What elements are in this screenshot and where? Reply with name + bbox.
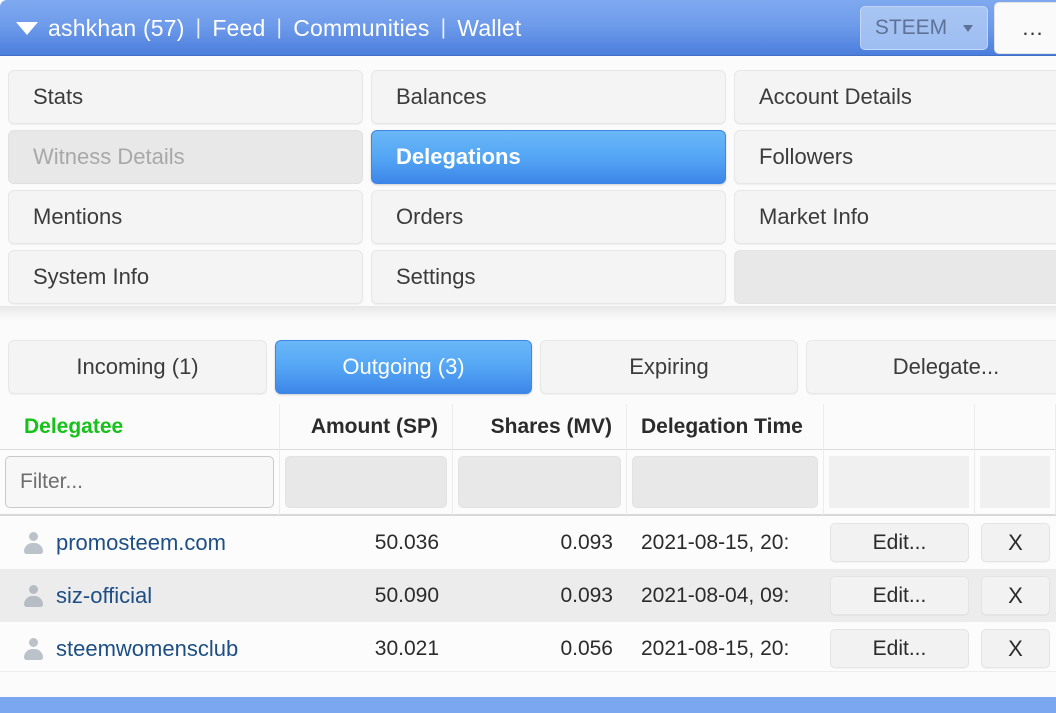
cell-amount: 50.090	[374, 583, 439, 607]
currency-select[interactable]: STEEM	[860, 6, 988, 50]
cell-shares: 0.056	[560, 636, 613, 660]
delegations-table: Delegatee Amount (SP) Shares (MV) Delega…	[0, 404, 1056, 675]
cell-edit: Edit...	[824, 622, 975, 675]
column-header-remove	[975, 404, 1056, 449]
section-divider	[0, 306, 1056, 322]
edit-button[interactable]: Edit...	[830, 629, 969, 668]
tab-orders[interactable]: Orders	[371, 190, 726, 244]
filter-blank-remove	[980, 456, 1050, 508]
delegation-subtabs: Incoming (1) Outgoing (3) Expiring Deleg…	[8, 340, 1056, 394]
cell-shares: 0.093	[560, 530, 613, 554]
nav-link-wallet[interactable]: Wallet	[457, 15, 521, 42]
nav-link-feed[interactable]: Feed	[212, 15, 265, 42]
tab-delegations[interactable]: Delegations	[371, 130, 726, 184]
filter-input-delegatee[interactable]	[5, 456, 274, 508]
nav-separator-2: |	[276, 16, 283, 39]
top-navigation-bar: ashkhan (57) | Feed | Communities | Wall…	[0, 0, 1056, 56]
filter-cell-shares	[453, 449, 627, 515]
filter-cell-delegatee	[0, 449, 280, 515]
more-options-button[interactable]: ...	[994, 2, 1056, 54]
filter-cell-remove	[975, 449, 1056, 515]
cell-delegation-time: 2021-08-04, 09:	[641, 583, 790, 607]
table-filter-row	[0, 449, 1056, 516]
subtab-delegate[interactable]: Delegate...	[806, 340, 1056, 394]
chevron-down-icon	[963, 24, 974, 32]
tab-stats[interactable]: Stats	[8, 70, 363, 124]
edit-button[interactable]: Edit...	[830, 576, 969, 615]
person-icon	[22, 531, 45, 554]
person-icon	[22, 584, 45, 607]
cell-delegatee: siz-official	[0, 569, 280, 622]
account-menu-toggle[interactable]	[14, 15, 40, 41]
filter-disabled-delegation-time	[632, 456, 818, 508]
column-header-edit	[824, 404, 975, 449]
cell-remove: X	[975, 622, 1056, 675]
cell-amount: 50.036	[374, 530, 439, 554]
tab-balances[interactable]: Balances	[371, 70, 726, 124]
column-header-delegation-time[interactable]: Delegation Time	[627, 404, 824, 449]
remove-button[interactable]: X	[981, 576, 1050, 615]
table-row[interactable]: siz-official 50.090 0.093 2021-08-04, 09…	[0, 569, 1056, 622]
filter-disabled-shares	[458, 456, 621, 508]
app-window: ashkhan (57) | Feed | Communities | Wall…	[0, 0, 1056, 713]
cell-delegation-time: 2021-08-15, 20:	[641, 530, 790, 554]
bottom-status-bar	[0, 697, 1056, 713]
filter-disabled-amount	[285, 456, 447, 508]
cell-remove: X	[975, 569, 1056, 622]
nav-separator-1: |	[195, 16, 202, 39]
tab-account-details[interactable]: Account Details	[734, 70, 1056, 124]
person-icon	[22, 637, 45, 660]
delegatee-link[interactable]: steemwomensclub	[56, 636, 238, 662]
nav-username[interactable]: ashkhan (57)	[48, 15, 185, 42]
edit-button[interactable]: Edit...	[830, 523, 969, 562]
tab-mentions[interactable]: Mentions	[8, 190, 363, 244]
column-header-delegatee[interactable]: Delegatee	[0, 404, 280, 449]
tab-system-info[interactable]: System Info	[8, 250, 363, 304]
cell-delegatee: promosteem.com	[0, 516, 280, 569]
bottom-spacer	[0, 671, 1056, 697]
filter-cell-edit	[824, 449, 975, 515]
cell-edit: Edit...	[824, 516, 975, 569]
filter-cell-delegation-time	[627, 449, 824, 515]
currency-select-value: STEEM	[874, 16, 948, 39]
cell-shares: 0.093	[560, 583, 613, 607]
remove-button[interactable]: X	[981, 523, 1050, 562]
delegatee-link[interactable]: siz-official	[56, 583, 152, 609]
tab-settings[interactable]: Settings	[371, 250, 726, 304]
nav-separator-3: |	[440, 16, 447, 39]
subtab-expiring[interactable]: Expiring	[540, 340, 798, 394]
table-row[interactable]: promosteem.com 50.036 0.093 2021-08-15, …	[0, 516, 1056, 569]
cell-remove: X	[975, 516, 1056, 569]
nav-link-communities[interactable]: Communities	[293, 15, 429, 42]
tab-followers[interactable]: Followers	[734, 130, 1056, 184]
cell-delegatee: steemwomensclub	[0, 622, 280, 675]
tab-witness-details: Witness Details	[8, 130, 363, 184]
section-tab-grid: Stats Balances Account Details Witness D…	[8, 70, 1056, 304]
tab-market-info[interactable]: Market Info	[734, 190, 1056, 244]
caret-down-icon	[16, 21, 38, 35]
delegatee-link[interactable]: promosteem.com	[56, 530, 226, 556]
top-bar-right-controls: STEEM ...	[860, 0, 1056, 56]
cell-edit: Edit...	[824, 569, 975, 622]
remove-button[interactable]: X	[981, 629, 1050, 668]
filter-cell-amount	[280, 449, 453, 515]
cell-delegation-time: 2021-08-15, 20:	[641, 636, 790, 660]
column-header-amount[interactable]: Amount (SP)	[280, 404, 453, 449]
tab-empty-slot	[734, 250, 1056, 304]
subtab-outgoing[interactable]: Outgoing (3)	[275, 340, 532, 394]
nav-links: ashkhan (57) | Feed | Communities | Wall…	[48, 15, 522, 42]
column-header-shares[interactable]: Shares (MV)	[453, 404, 627, 449]
filter-blank-edit	[829, 456, 969, 508]
table-row[interactable]: steemwomensclub 30.021 0.056 2021-08-15,…	[0, 622, 1056, 675]
table-header-row: Delegatee Amount (SP) Shares (MV) Delega…	[0, 404, 1056, 450]
cell-amount: 30.021	[374, 636, 439, 660]
subtab-incoming[interactable]: Incoming (1)	[8, 340, 267, 394]
